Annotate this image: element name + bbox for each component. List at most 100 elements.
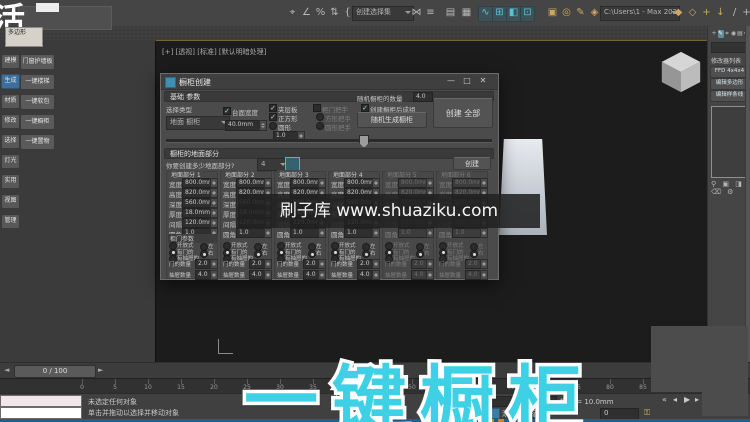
field-spinner[interactable] bbox=[426, 178, 434, 188]
next-frame-icon[interactable]: ▸ bbox=[695, 395, 699, 404]
time-slider[interactable]: 0 / 100 bbox=[14, 365, 96, 378]
sidebar-category-3[interactable]: 材质 bbox=[1, 94, 20, 109]
field-spinner[interactable] bbox=[372, 178, 380, 188]
scene-explorer-icon[interactable]: ▦ bbox=[460, 6, 473, 20]
fetch-icon[interactable]: ↓ bbox=[714, 6, 727, 20]
field-spinner[interactable] bbox=[372, 228, 380, 238]
drawer-count-spinner[interactable] bbox=[426, 270, 434, 280]
random-count-field[interactable]: 4.0 bbox=[413, 92, 433, 102]
macro-recorder-box[interactable] bbox=[0, 395, 82, 407]
field-spinner[interactable] bbox=[480, 228, 488, 238]
edit-named-selections-icon[interactable]: { bbox=[341, 6, 354, 20]
sidebar-category-2[interactable]: 生成 bbox=[1, 74, 20, 89]
panel-scrollbar[interactable] bbox=[745, 26, 750, 362]
tab-hierarchy[interactable]: ⌗ bbox=[724, 30, 730, 38]
field-spinner[interactable] bbox=[210, 198, 218, 208]
dialog-slider[interactable] bbox=[166, 139, 492, 143]
sidebar-category-9[interactable]: 管理 bbox=[1, 214, 20, 229]
project-path-dropdown[interactable]: C:\Users\1 - Max 2020 bbox=[600, 6, 680, 21]
field-spinner[interactable] bbox=[480, 178, 488, 188]
close-button[interactable]: ✕ bbox=[476, 75, 490, 87]
handle-square-radio[interactable] bbox=[316, 113, 324, 121]
viewport-label[interactable]: [+] [透视] [标准] [默认明暗处理] bbox=[162, 47, 266, 57]
minimize-button[interactable]: — bbox=[444, 75, 458, 87]
drawer-count-spinner[interactable] bbox=[210, 270, 218, 280]
door-count-spinner[interactable] bbox=[210, 259, 218, 269]
sidebar-category-1[interactable]: 建模 bbox=[1, 54, 20, 69]
quick-modifier-3[interactable]: 编辑样条线 bbox=[710, 90, 749, 102]
sidebar-category-4[interactable]: 修改 bbox=[1, 114, 20, 129]
field-spinner[interactable] bbox=[210, 178, 218, 188]
mirror-icon[interactable]: ⋈ bbox=[410, 6, 423, 20]
countertop-spinner[interactable] bbox=[259, 120, 267, 131]
field-spinner[interactable] bbox=[210, 218, 218, 228]
side-option-radio[interactable] bbox=[416, 250, 424, 258]
type-dropdown[interactable]: 地面 橱柜 bbox=[166, 116, 230, 130]
spinner-snap-icon[interactable]: ⇅ bbox=[328, 6, 341, 20]
maxscript-listener-box[interactable] bbox=[0, 407, 82, 419]
drawer-count-spinner[interactable] bbox=[372, 270, 380, 280]
sidebar-category-5[interactable]: 选择 bbox=[1, 134, 20, 149]
side-option-radio[interactable] bbox=[470, 250, 478, 258]
random-generate-button[interactable]: 随机生成橱柜 bbox=[357, 112, 427, 128]
previous-frame-icon[interactable]: ◂ bbox=[673, 395, 677, 404]
tab-create[interactable]: + bbox=[711, 30, 717, 38]
rendered-frame-icon[interactable]: ▣ bbox=[546, 6, 559, 20]
create-all-button[interactable]: 创建 全部 bbox=[433, 98, 493, 128]
sidebar-category-6[interactable]: 灯光 bbox=[1, 154, 20, 169]
countertop-checkbox[interactable]: ✓ bbox=[223, 107, 231, 115]
rollout-floor-sections[interactable]: 橱柜的地面部分 bbox=[164, 148, 494, 159]
export-icon[interactable]: ◇ bbox=[686, 6, 699, 20]
side-option-radio[interactable] bbox=[362, 250, 370, 258]
save-scene-icon[interactable]: + bbox=[700, 6, 713, 20]
door-count-spinner[interactable] bbox=[426, 259, 434, 269]
material-override-icon[interactable]: ◈ bbox=[588, 6, 601, 20]
render-production-icon[interactable]: ◎ bbox=[560, 6, 573, 20]
field-spinner[interactable] bbox=[264, 178, 272, 188]
handle-checkbox[interactable] bbox=[313, 104, 321, 112]
side-option-radio[interactable] bbox=[254, 250, 262, 258]
round-radio[interactable] bbox=[269, 122, 277, 130]
play-icon[interactable]: ▶ bbox=[684, 395, 690, 404]
dialog-titlebar[interactable]: 橱柜创建 — □ ✕ bbox=[161, 74, 498, 90]
drawer-count-spinner[interactable] bbox=[480, 270, 488, 280]
modifier-list-label[interactable]: 修改器列表 bbox=[711, 56, 741, 65]
snaps-toggle-icon[interactable]: ⌖ bbox=[286, 6, 299, 20]
schematic-view-icon[interactable]: ⊞ bbox=[492, 6, 507, 22]
door-count-spinner[interactable] bbox=[480, 259, 488, 269]
time-slider-left-arrow[interactable]: ◄ bbox=[4, 366, 9, 374]
sections-create-button[interactable]: 创建 bbox=[453, 157, 491, 170]
viewcube[interactable] bbox=[661, 51, 701, 93]
quick-modifier-2[interactable]: 编辑多边形 bbox=[710, 78, 749, 90]
tab-motion[interactable]: ◉ bbox=[731, 30, 737, 38]
sidebar-tool-3[interactable]: 一键软包 bbox=[20, 94, 55, 110]
countertop-field[interactable]: 40.0mm bbox=[225, 120, 263, 131]
sidebar-tool-1[interactable]: 门窗护墙板 bbox=[20, 54, 55, 70]
key-filter-icon[interactable]: ⚿ bbox=[644, 408, 650, 418]
square-checkbox[interactable]: ✓ bbox=[269, 113, 277, 121]
layer-explorer-icon[interactable]: ▤ bbox=[444, 6, 457, 20]
group-checkbox[interactable]: ✓ bbox=[361, 104, 369, 112]
named-selection-set-dropdown[interactable]: 创建选择集 bbox=[352, 6, 414, 21]
tab-display[interactable]: ▤ bbox=[737, 30, 743, 38]
drawer-count-spinner[interactable] bbox=[264, 270, 272, 280]
align-icon[interactable]: ≡ bbox=[424, 6, 437, 20]
open-script-icon[interactable]: ✎ bbox=[574, 6, 587, 20]
percent-snap-icon[interactable]: % bbox=[314, 6, 327, 20]
add-icon[interactable]: + bbox=[740, 6, 750, 20]
side-option-radio[interactable] bbox=[200, 250, 208, 258]
sidebar-tool-4[interactable]: 一键橱柜 bbox=[20, 114, 55, 130]
go-to-start-icon[interactable]: « bbox=[662, 395, 667, 404]
sidebar-tool-2[interactable]: 一键楼梯 bbox=[20, 74, 55, 90]
sidebar-category-8[interactable]: 视图 bbox=[1, 194, 20, 209]
modifier-stack-box[interactable] bbox=[711, 106, 748, 178]
material-editor-icon[interactable]: ◧ bbox=[506, 6, 521, 22]
quick-modifier-1[interactable]: FFD 4x4x4 bbox=[710, 66, 749, 78]
field-spinner[interactable] bbox=[426, 228, 434, 238]
sidebar-category-7[interactable]: 实用 bbox=[1, 174, 20, 189]
object-name-field[interactable] bbox=[711, 42, 747, 53]
render-setup-icon[interactable]: ⊡ bbox=[520, 6, 535, 22]
door-count-spinner[interactable] bbox=[318, 259, 326, 269]
field-spinner[interactable] bbox=[318, 178, 326, 188]
handle-round-radio[interactable] bbox=[316, 122, 324, 130]
